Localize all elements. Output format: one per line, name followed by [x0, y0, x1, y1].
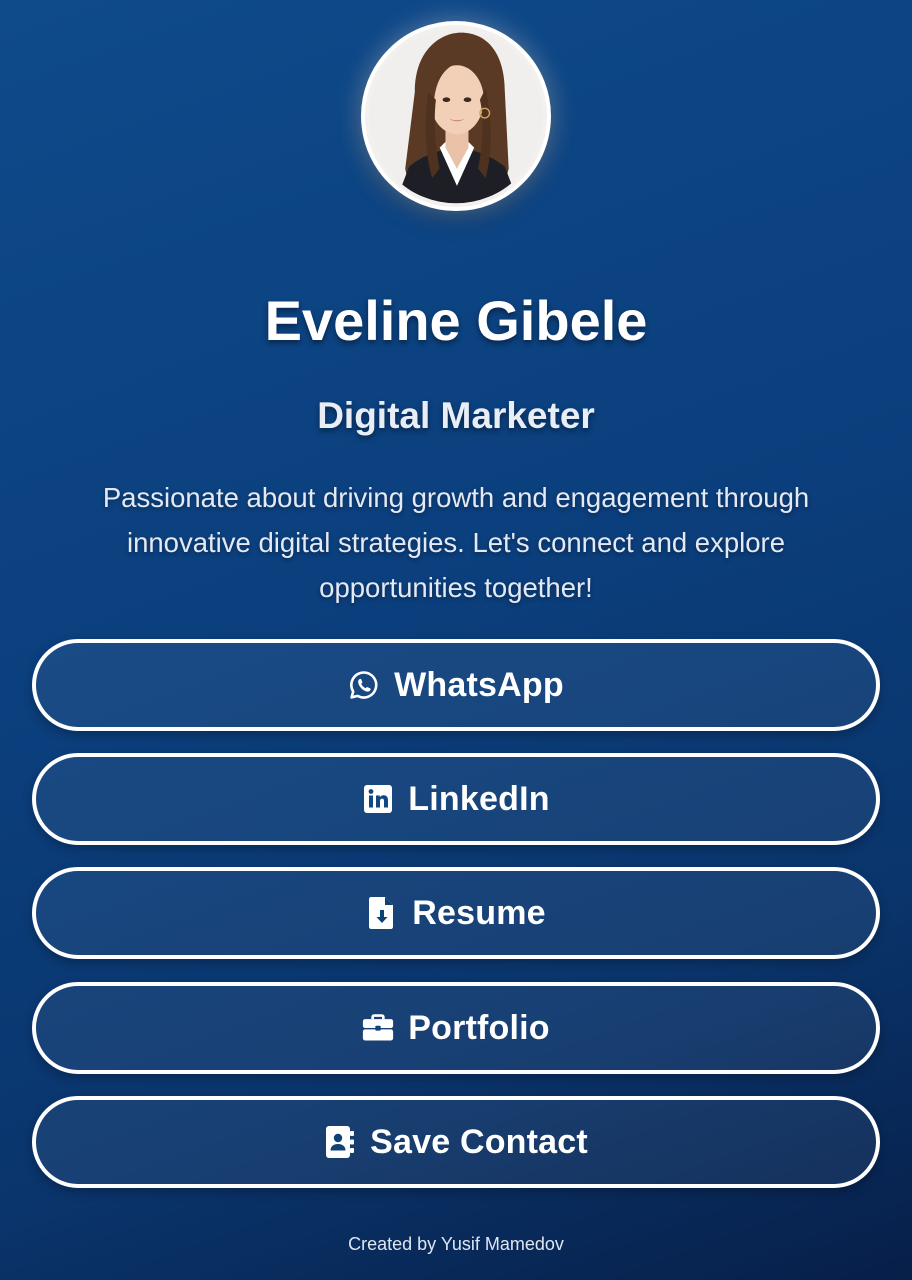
- resume-label: Resume: [412, 894, 546, 932]
- whatsapp-button[interactable]: WhatsApp: [32, 639, 880, 731]
- portfolio-button[interactable]: Portfolio: [32, 982, 880, 1074]
- profile-card-page: Eveline Gibele Digital Marketer Passiona…: [0, 0, 912, 1280]
- profile-name: Eveline Gibele: [264, 289, 648, 352]
- save-contact-button[interactable]: Save Contact: [32, 1096, 880, 1188]
- profile-role: Digital Marketer: [317, 395, 595, 436]
- address-book-icon: [324, 1126, 356, 1158]
- save-contact-label: Save Contact: [370, 1123, 588, 1161]
- linkedin-label: LinkedIn: [408, 780, 550, 818]
- avatar-container: [361, 21, 551, 211]
- linkedin-icon: [362, 783, 394, 815]
- briefcase-icon: [362, 1012, 394, 1044]
- resume-button[interactable]: Resume: [32, 867, 880, 959]
- portfolio-label: Portfolio: [408, 1009, 550, 1047]
- footer-credit: Created by Yusif Mamedov: [348, 1234, 564, 1254]
- linkedin-button[interactable]: LinkedIn: [32, 753, 880, 845]
- whatsapp-icon: [348, 669, 380, 701]
- file-download-icon: [366, 897, 398, 929]
- profile-bio: Passionate about driving growth and enga…: [102, 482, 810, 603]
- whatsapp-label: WhatsApp: [394, 666, 564, 704]
- avatar: [361, 21, 551, 211]
